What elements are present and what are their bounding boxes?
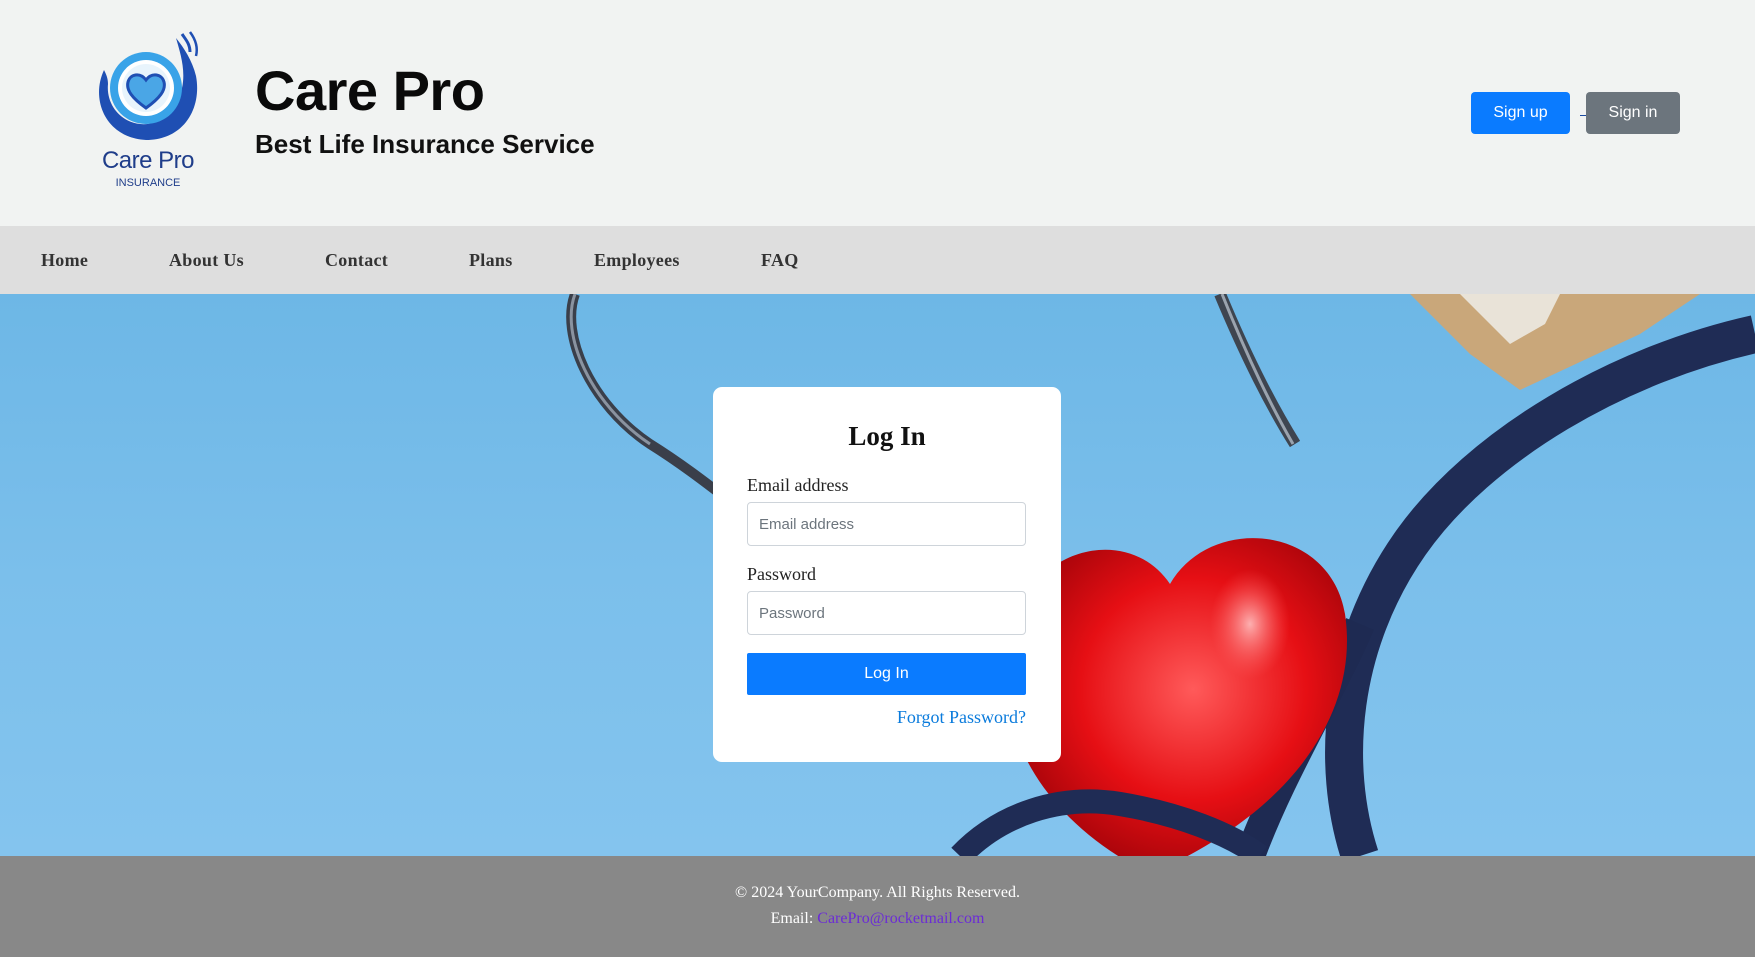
footer-email-line: Email: CarePro@rocketmail.com <box>0 910 1755 928</box>
nav-item-home[interactable]: Home <box>41 250 88 271</box>
site-tagline: Best Life Insurance Service <box>255 129 595 159</box>
sign-up-button[interactable]: Sign up <box>1471 92 1570 134</box>
footer-email-link[interactable]: CarePro@rocketmail.com <box>817 910 984 927</box>
site-title: Care Pro <box>255 59 485 122</box>
copyright-text: © 2024 YourCompany. All Rights Reserved. <box>735 884 1020 901</box>
login-card: Log In Email address Password Log In For… <box>713 387 1061 762</box>
nav-item-faq[interactable]: FAQ <box>761 250 799 271</box>
logo-name: Care Pro <box>101 147 195 174</box>
nav-item-contact[interactable]: Contact <box>325 250 388 271</box>
email-prefix: Email: <box>770 910 818 927</box>
logo-subtitle: INSURANCE <box>115 177 181 189</box>
nav-item-employees[interactable]: Employees <box>594 250 680 271</box>
site-header: Care Pro INSURANCE Care Pro Best Life In… <box>0 0 1755 226</box>
login-title: Log In <box>848 421 926 451</box>
password-input[interactable] <box>747 591 1026 635</box>
email-label: Email address <box>747 475 849 495</box>
login-submit-button[interactable]: Log In <box>747 653 1026 695</box>
sign-in-button[interactable]: Sign in <box>1586 92 1680 134</box>
nav-item-plans[interactable]: Plans <box>469 250 513 271</box>
forgot-password-link[interactable]: Forgot Password? <box>897 707 1026 728</box>
email-input[interactable] <box>747 502 1026 546</box>
heart-hands-logo-icon <box>99 31 198 140</box>
site-footer: © 2024 YourCompany. All Rights Reserved.… <box>0 856 1755 957</box>
main-navigation: Home About Us Contact Plans Employees FA… <box>0 226 1755 294</box>
password-label: Password <box>747 564 817 584</box>
brand-logo[interactable]: Care Pro INSURANCE <box>86 30 210 196</box>
nav-item-about-us[interactable]: About Us <box>169 250 244 271</box>
